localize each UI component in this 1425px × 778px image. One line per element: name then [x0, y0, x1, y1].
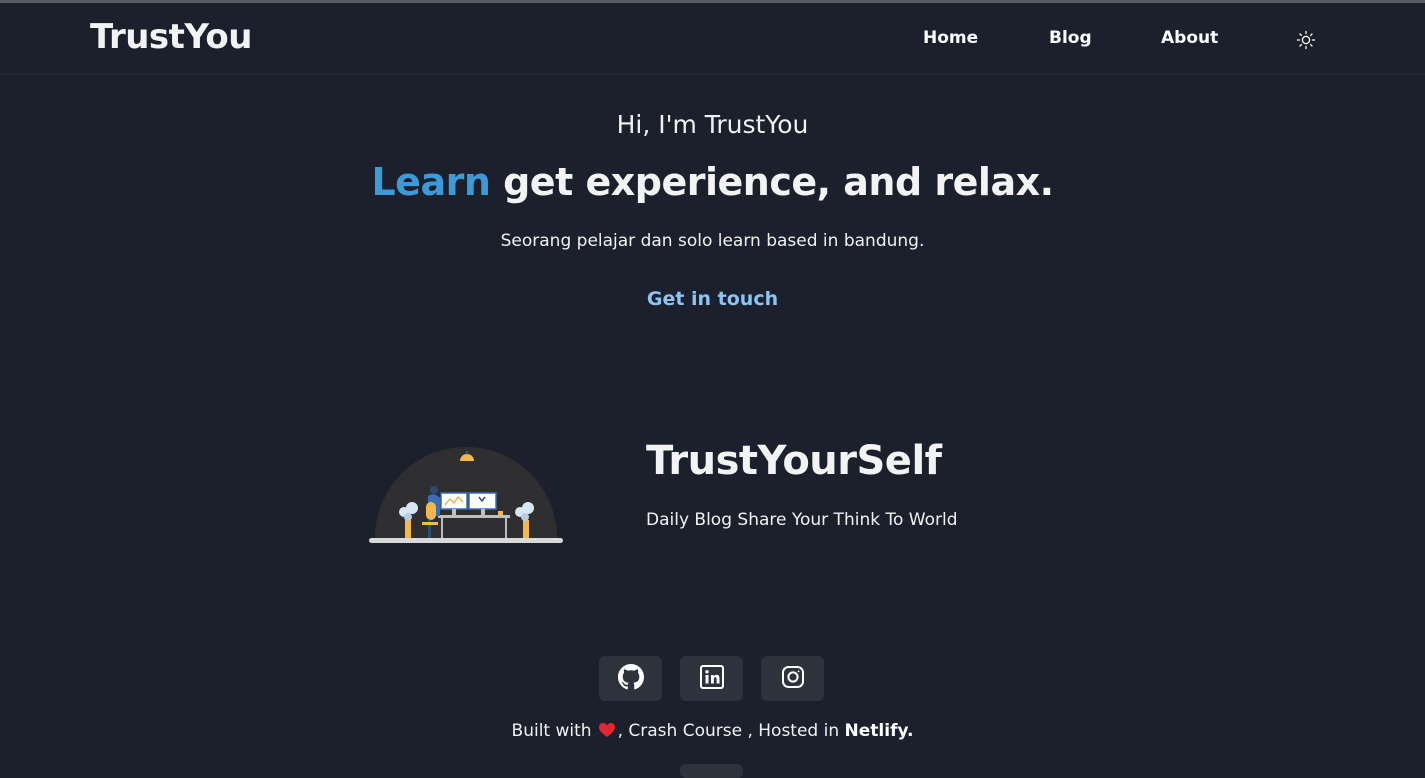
navbar: TrustYou Home Blog About: [0, 3, 1425, 75]
hero-title: Learn get experience, and relax.: [0, 160, 1425, 204]
workspace-illustration: [368, 440, 564, 548]
github-button[interactable]: [599, 656, 662, 701]
about-title: TrustYourSelf: [646, 438, 942, 484]
linkedin-button[interactable]: [680, 656, 743, 701]
linkedin-icon: [699, 664, 724, 693]
nav-link-about[interactable]: About: [1161, 28, 1218, 48]
nav-link-home[interactable]: Home: [923, 28, 978, 48]
get-in-touch-link[interactable]: Get in touch: [647, 288, 778, 310]
brand-logo[interactable]: TrustYou: [90, 17, 252, 57]
footer-credits: Built with , Crash Course , Hosted in Net…: [0, 721, 1425, 743]
nav-link-blog[interactable]: Blog: [1049, 28, 1092, 48]
netlify-link[interactable]: Netlify.: [845, 721, 914, 741]
footer-middle: , Crash Course , Hosted in: [617, 721, 840, 741]
hero-title-rest: get experience, and relax.: [503, 160, 1054, 204]
instagram-button[interactable]: [761, 656, 824, 701]
sun-icon[interactable]: [1296, 30, 1316, 50]
scroll-to-top-button[interactable]: [680, 764, 743, 778]
hero-subtitle: Seorang pelajar dan solo learn based in …: [500, 231, 925, 251]
hero-greeting: Hi, I'm TrustYou: [616, 110, 809, 139]
hero-title-accent: Learn: [371, 160, 491, 204]
heart-icon: [598, 722, 616, 743]
instagram-icon: [781, 665, 805, 693]
github-icon: [617, 663, 644, 694]
footer-built-with: Built with: [511, 721, 592, 741]
about-subtitle: Daily Blog Share Your Think To World: [646, 510, 958, 530]
cta-wrapper: Get in touch: [0, 288, 1425, 310]
